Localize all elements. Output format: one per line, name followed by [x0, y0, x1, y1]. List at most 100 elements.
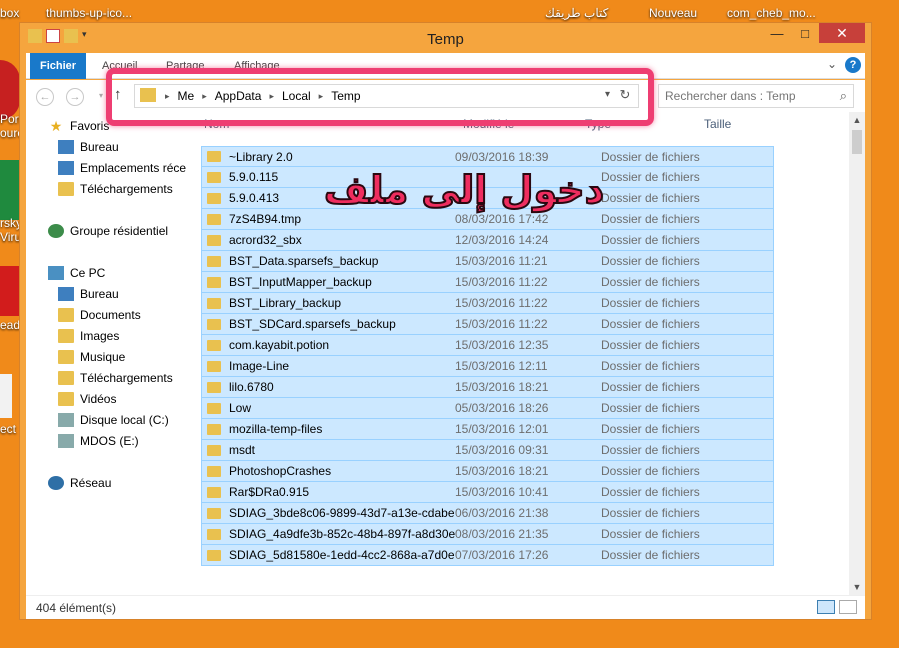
file-type: Dossier de fichiers — [601, 149, 700, 164]
desktop-icon-label-thumbs-up[interactable]: thumbs-up-ico... — [46, 6, 132, 20]
file-type: Dossier de fichiers — [601, 506, 700, 520]
sidebar-item-disque-c[interactable]: Disque local (C:) — [58, 410, 169, 430]
file-date: 15/03/2016 10:41 — [455, 485, 549, 499]
back-arrow-icon[interactable]: ← — [36, 88, 54, 106]
details-view-icon[interactable] — [817, 600, 835, 614]
file-name: msdt — [229, 443, 256, 457]
file-row[interactable]: SDIAG_3bde8c06-9899-43d7-a13e-cdabe... 06… — [201, 503, 774, 524]
file-date: 15/03/2016 12:35 — [455, 338, 549, 352]
sidebar-item-images[interactable]: Images — [58, 326, 119, 346]
expand-ribbon-icon[interactable]: ⌄ — [827, 57, 837, 71]
computer-icon — [48, 266, 64, 280]
file-row[interactable]: Low 05/03/2016 18:26 Dossier de fichiers — [201, 398, 774, 419]
sidebar-item-label: Emplacements récer — [80, 161, 186, 175]
close-button[interactable]: ✕ — [819, 23, 865, 43]
file-row[interactable]: Rar$DRa0.915 15/03/2016 10:41 Dossier de f… — [201, 482, 774, 503]
maximize-button[interactable]: □ — [791, 23, 819, 43]
sidebar-item-label: Bureau — [80, 140, 119, 154]
tab-fichier[interactable]: Fichier — [30, 53, 87, 79]
sidebar-item-telechargements[interactable]: Téléchargements — [58, 179, 173, 199]
scroll-up-icon[interactable]: ▲ — [849, 112, 865, 128]
vertical-scrollbar[interactable]: ▲ ▼ — [849, 112, 865, 595]
file-type: Dossier de fichiers — [601, 275, 700, 289]
file-row[interactable]: Image-Line 15/03/2016 12:11 Dossier de fic… — [201, 356, 774, 377]
file-row[interactable]: mozilla-temp-files 15/03/2016 12:01 Dossie… — [201, 419, 774, 440]
file-name: SDIAG_4a9dfe3b-852c-48b4-897f-a8d30e... — [229, 527, 455, 541]
file-date: 07/03/2016 17:26 — [455, 548, 549, 562]
file-row[interactable]: SDIAG_4a9dfe3b-852c-48b4-897f-a8d30e... 0… — [201, 524, 774, 545]
file-row[interactable]: BST_Data.sparsefs_backup 15/03/2016 11:21… — [201, 251, 774, 272]
sidebar-item-documents[interactable]: Documents — [58, 305, 141, 325]
scroll-thumb[interactable] — [852, 130, 862, 154]
search-input[interactable] — [659, 85, 824, 107]
file-row[interactable]: SDIAG_5d81580e-1edd-4cc2-868a-a7d0e... 07… — [201, 545, 774, 566]
status-bar: 404 élément(s) — [26, 595, 865, 619]
sidebar-item-label: Vidéos — [80, 392, 117, 406]
sidebar-item-bureau[interactable]: Bureau — [58, 137, 119, 157]
large-icons-view-icon[interactable] — [839, 600, 857, 614]
file-row[interactable]: ~Library 2.0 09/03/2016 18:39 Dossier de f… — [201, 146, 774, 167]
file-name: BST_InputMapper_backup — [229, 275, 372, 289]
desktop-left-icon-2[interactable] — [0, 160, 20, 220]
folder-icon — [207, 528, 221, 540]
folder-icon — [207, 381, 221, 393]
folder-icon — [207, 486, 221, 498]
file-row[interactable]: acrord32_sbx 12/03/2016 14:24 Dossier de f… — [201, 230, 774, 251]
title-bar[interactable]: ▾ Temp — □ ✕ — [20, 23, 871, 53]
file-row[interactable]: msdt 15/03/2016 09:31 Dossier de fichiers — [201, 440, 774, 461]
file-row[interactable]: BST_SDCard.sparsefs_backup 15/03/2016 11:… — [201, 314, 774, 335]
star-icon: ★ — [49, 118, 63, 134]
file-row[interactable]: com.kayabit.potion 15/03/2016 12:35 Dossie… — [201, 335, 774, 356]
file-name: BST_SDCard.sparsefs_backup — [229, 317, 396, 331]
sidebar-item-favoris[interactable]: ★ Favoris — [48, 116, 110, 136]
file-row[interactable]: PhotoshopCrashes 15/03/2016 18:21 Dossier … — [201, 461, 774, 482]
minimize-button[interactable]: — — [763, 23, 791, 43]
sidebar-item-ce-pc[interactable]: Ce PC — [48, 263, 105, 283]
desktop-icon-label-arabic-book[interactable]: كتاب طريقك — [545, 6, 608, 20]
file-name: BST_Library_backup — [229, 296, 342, 310]
sidebar-item-label: Bureau — [80, 287, 119, 301]
file-type: Dossier de fichiers — [601, 443, 700, 457]
file-row[interactable]: lilo.6780 15/03/2016 18:21 Dossier de fich… — [201, 377, 774, 398]
desktop-icon-label-nouveau[interactable]: Nouveau — [649, 6, 697, 20]
file-row[interactable]: BST_InputMapper_backup 15/03/2016 11:22 Do… — [201, 272, 774, 293]
sidebar-item-label: Téléchargements — [80, 371, 173, 385]
file-row[interactable]: 7zS4B94.tmp 08/03/2016 17:42 Dossier de fi… — [201, 209, 774, 230]
sidebar-item-mdos-e[interactable]: MDOS (E:) — [58, 431, 139, 451]
desktop-left-icon-1[interactable] — [0, 60, 20, 120]
sidebar-item-groupe[interactable]: Groupe résidentiel — [48, 221, 168, 241]
sidebar-item-reseau[interactable]: Réseau — [48, 473, 111, 493]
recent-places-icon — [58, 161, 74, 175]
desktop-left-icon-3[interactable] — [0, 266, 20, 316]
file-name: Low — [229, 401, 252, 415]
sidebar-item-pc-telechargements[interactable]: Téléchargements — [58, 368, 173, 388]
desktop-icon-label-box[interactable]: box — [0, 6, 19, 20]
sidebar-item-pc-bureau[interactable]: Bureau — [58, 284, 119, 304]
column-header-taille[interactable]: Taille — [704, 112, 731, 136]
file-name: Rar$DRa0.915 — [229, 485, 310, 499]
file-type: Dossier de fichiers — [601, 254, 700, 268]
search-box[interactable]: ⌕ — [658, 84, 854, 108]
file-name: lilo.6780 — [229, 380, 274, 394]
help-icon[interactable]: ? — [845, 57, 861, 73]
folder-icon — [207, 465, 221, 477]
file-date: 12/03/2016 14:24 — [455, 233, 549, 247]
file-name: Image-Line — [229, 359, 290, 373]
sidebar-item-videos[interactable]: Vidéos — [58, 389, 116, 409]
forward-arrow-icon[interactable]: → — [66, 88, 84, 106]
folder-icon — [207, 318, 221, 330]
desktop-icon-label-com-cheb[interactable]: com_cheb_mo... — [727, 6, 816, 20]
file-date: 15/03/2016 11:21 — [455, 254, 548, 268]
file-date: 15/03/2016 09:31 — [455, 443, 549, 457]
annotation-text: دخول إلى ملف — [323, 167, 605, 213]
desktop-left-icon-4[interactable] — [0, 374, 12, 418]
file-date: 15/03/2016 18:21 — [455, 464, 549, 478]
search-icon[interactable]: ⌕ — [840, 88, 847, 104]
folder-icon — [207, 276, 221, 288]
sidebar-item-emplacements[interactable]: Emplacements récer — [58, 158, 186, 178]
file-row[interactable]: BST_Library_backup 15/03/2016 11:22 Dossie… — [201, 293, 774, 314]
scroll-down-icon[interactable]: ▼ — [849, 579, 865, 595]
file-type: Dossier de fichiers — [601, 485, 700, 499]
file-type: Dossier de fichiers — [601, 359, 700, 373]
sidebar-item-musique[interactable]: Musique — [58, 347, 125, 367]
